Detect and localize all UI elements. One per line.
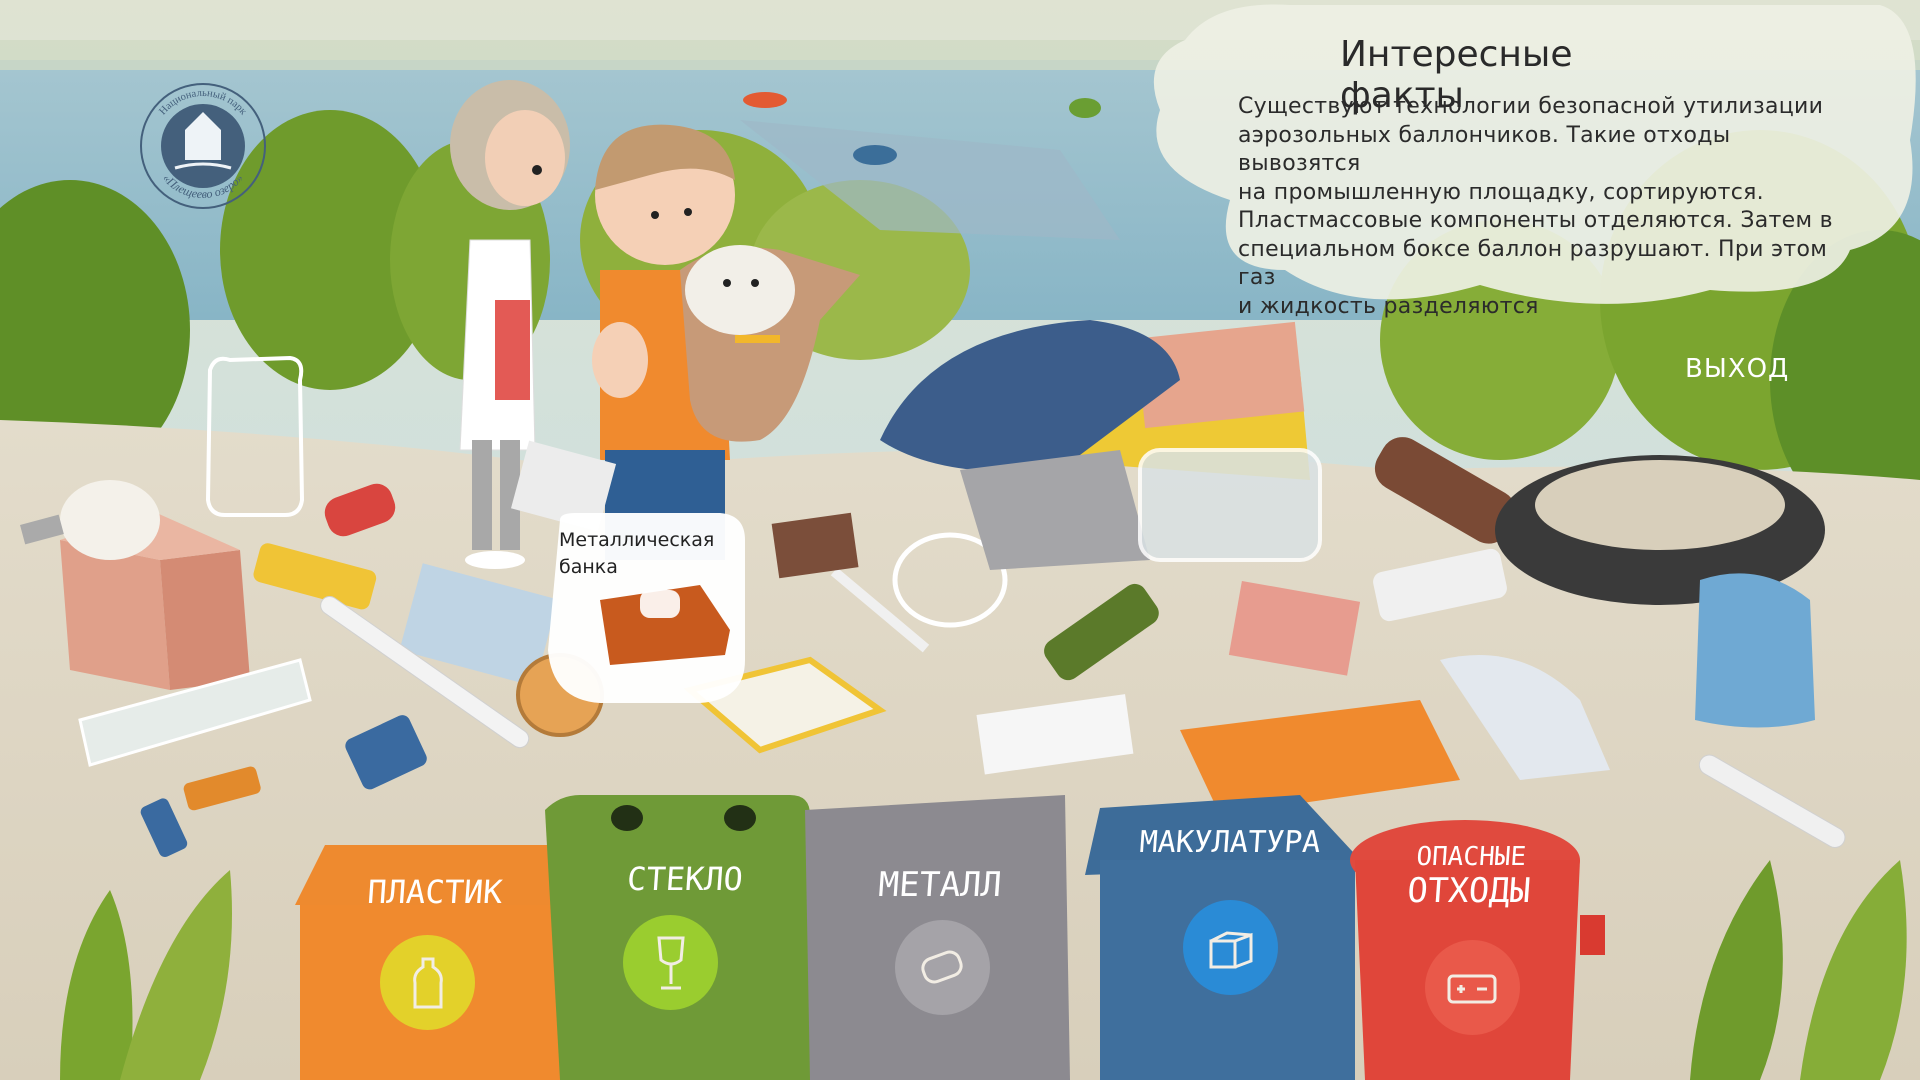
bin-glass-label: СТЕКЛО — [625, 860, 745, 898]
info-line: и жидкость разделяются — [1238, 293, 1539, 319]
info-line: на промышленную площадку, сортируются. — [1238, 179, 1764, 205]
bin-paper-label: МАКУЛАТУРА — [1138, 825, 1322, 860]
bin-hazardous[interactable]: ОПАСНЫЕ ОТХОДЫ — [1355, 830, 1595, 1080]
info-line: Существуют технологии безопасной утилиза… — [1238, 94, 1824, 119]
selected-item-label: Металлическая банка — [559, 527, 739, 581]
bin-plastic[interactable]: ПЛАСТИК — [300, 845, 570, 1080]
bin-metal[interactable]: МЕТАЛЛ — [810, 800, 1070, 1080]
info-line: аэрозольных баллончиков. Такие отходы вы… — [1238, 122, 1731, 177]
info-line: специальном боксе баллон разрушают. При … — [1238, 236, 1828, 291]
tin-can-icon — [895, 920, 990, 1015]
bin-glass[interactable]: СТЕКЛО — [560, 795, 810, 1080]
glass-icon — [623, 915, 718, 1010]
selected-item-line: Металлическая — [559, 529, 715, 551]
bin-hazardous-label: ОПАСНЫЕ ОТХОДЫ — [1353, 840, 1588, 911]
bin-hazardous-label-line: ОПАСНЫЕ — [1415, 842, 1528, 872]
svg-text:«Плещеево озеро»: «Плещеево озеро» — [160, 171, 246, 201]
svg-text:Национальный парк: Национальный парк — [158, 88, 250, 118]
bin-paper[interactable]: МАКУЛАТУРА — [1095, 800, 1365, 1080]
paper-box-icon — [1183, 900, 1278, 995]
bin-metal-label: МЕТАЛЛ — [877, 865, 1003, 905]
battery-icon — [1425, 940, 1520, 1035]
info-line: Пластмассовые компоненты отделяются. Зат… — [1238, 208, 1833, 233]
info-text: Существуют технологии безопасной утилиза… — [1238, 93, 1858, 321]
exit-button[interactable]: ВЫХОД — [1685, 354, 1789, 384]
bin-hazardous-label-line: ОТХОДЫ — [1405, 871, 1532, 911]
park-logo-text: Национальный парк «Плещеево озеро» — [158, 88, 250, 201]
plastic-bottle-icon — [380, 935, 475, 1030]
selected-item-line: банка — [559, 556, 618, 578]
bin-plastic-label: ПЛАСТИК — [366, 873, 504, 911]
